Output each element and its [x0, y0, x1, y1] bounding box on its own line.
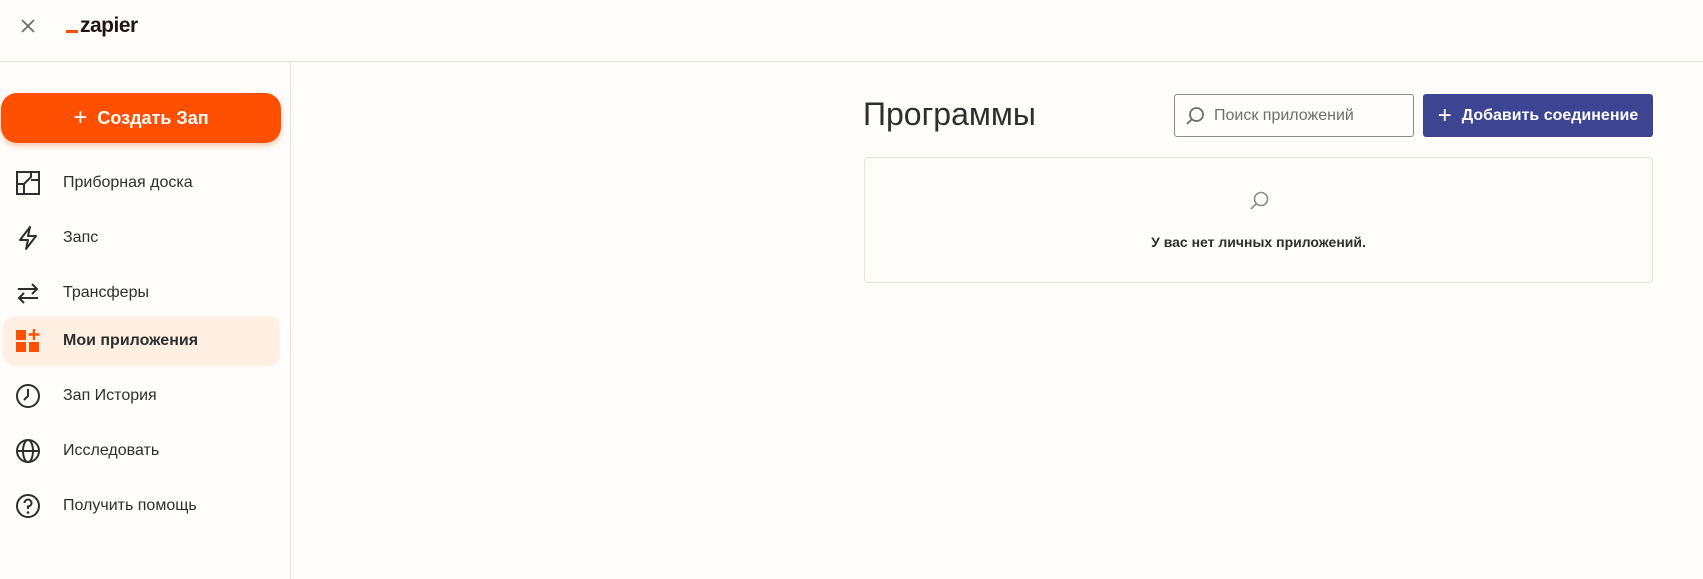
sidebar-item-label: Получить помощь — [63, 497, 197, 514]
sidebar-item-label: Приборная доска — [63, 174, 193, 191]
sidebar-item-my-apps[interactable]: Мои приложения — [3, 316, 280, 366]
sidebar-item-label: Мои приложения — [63, 332, 199, 349]
add-connection-label: Добавить соединение — [1461, 106, 1639, 124]
create-zap-button[interactable]: + Создать Зап — [1, 93, 281, 143]
globe-icon — [15, 438, 41, 464]
page-title: Программы — [863, 96, 1036, 132]
sidebar-item-zap-history[interactable]: Зап История — [3, 371, 280, 421]
sidebar-item-zaps[interactable]: Запс — [3, 213, 280, 263]
clock-icon — [15, 383, 41, 409]
logo-underscore — [66, 30, 78, 33]
plus-icon: + — [73, 104, 88, 131]
empty-state-message: У вас нет личных приложений. — [1151, 234, 1366, 250]
zapier-logo[interactable]: zapier — [66, 14, 138, 38]
apps-grid-icon — [15, 328, 41, 354]
sidebar-item-get-help[interactable]: Получить помощь — [3, 481, 280, 531]
search-icon — [1248, 190, 1270, 212]
logo-text: zapier — [80, 14, 138, 37]
sidebar-item-label: Запс — [63, 229, 99, 246]
sidebar-item-label: Исследовать — [63, 442, 160, 459]
add-connection-button[interactable]: + Добавить соединение — [1423, 94, 1653, 137]
sidebar-item-label: Трансферы — [63, 284, 149, 301]
top-bar: zapier — [0, 0, 1703, 62]
help-icon — [15, 493, 41, 519]
search-input[interactable] — [1214, 95, 1409, 136]
sidebar: + Создать Зап Приборная доска Запс Транс… — [0, 62, 291, 579]
create-zap-label: Создать Зап — [97, 107, 209, 128]
dashboard-icon — [15, 170, 41, 196]
sidebar-item-dashboard[interactable]: Приборная доска — [3, 158, 280, 208]
sidebar-item-label: Зап История — [63, 387, 157, 404]
sidebar-item-transfers[interactable]: Трансферы — [3, 268, 280, 318]
close-icon[interactable] — [18, 16, 38, 36]
transfer-arrows-icon — [15, 280, 41, 306]
empty-state-card: У вас нет личных приложений. — [864, 157, 1653, 283]
lightning-icon — [15, 225, 41, 251]
search-icon — [1185, 106, 1205, 126]
sidebar-item-explore[interactable]: Исследовать — [3, 426, 280, 476]
plus-icon: + — [1437, 101, 1452, 129]
search-apps-field[interactable] — [1174, 94, 1414, 137]
